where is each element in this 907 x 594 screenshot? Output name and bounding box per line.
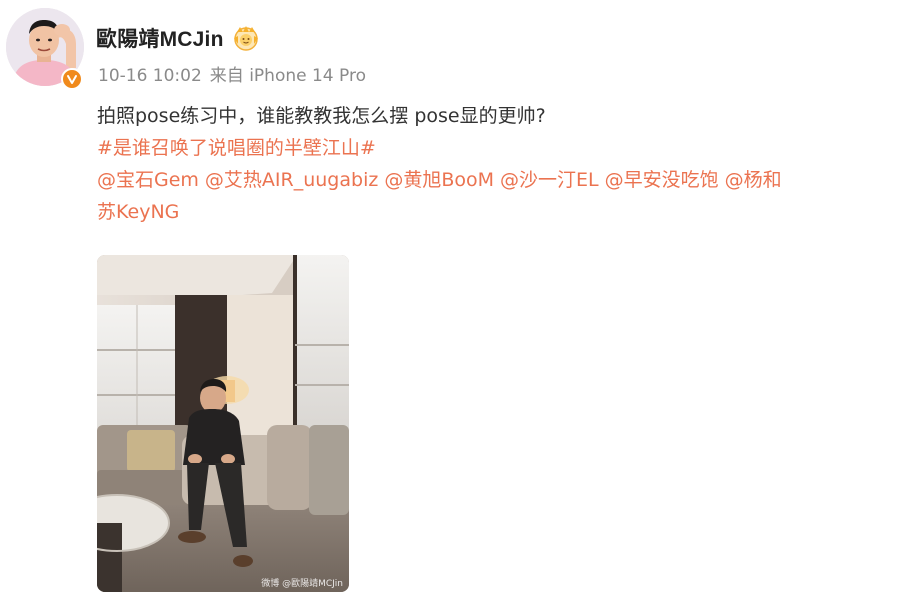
- photo-watermark: 微博 @歐陽靖MCJin: [261, 579, 343, 589]
- mention-link[interactable]: @艾热AIR_uugabiz: [205, 169, 378, 191]
- fan-crown-icon[interactable]: [230, 24, 262, 52]
- post-photo[interactable]: 微博 @歐陽靖MCJin: [97, 255, 349, 592]
- hashtag-line: #是谁召唤了说唱圈的半壁江山#: [97, 132, 897, 164]
- mention-link[interactable]: @宝石Gem: [97, 169, 199, 191]
- post-text: 拍照pose练习中，谁能教教我怎么摆 pose显的更帅?: [97, 105, 546, 127]
- post-header: 歐陽靖MCJin: [96, 20, 262, 56]
- mentions-line-1: @宝石Gem @艾热AIR_uugabiz @黄旭BooM @沙一汀EL @早安没吃饱 @…: [97, 164, 897, 196]
- verified-v-icon: [61, 68, 83, 90]
- post-source: 来自 iPhone 14 Pro: [209, 66, 366, 86]
- mention-link[interactable]: @沙一汀EL: [500, 169, 599, 191]
- mention-link[interactable]: @杨和: [725, 169, 782, 191]
- weibo-post: 歐陽靖MCJin 10-16 10:02 来自 iPhone 14 Pro 拍照p…: [0, 0, 907, 594]
- mention-link[interactable]: @早安没吃饱: [605, 169, 719, 191]
- post-photo-illustration: [97, 255, 349, 592]
- avatar-block[interactable]: [6, 8, 84, 94]
- mention-link[interactable]: @黄旭BooM: [384, 169, 494, 191]
- mentions-line-2: 苏KeyNG: [97, 196, 897, 228]
- post-content: 拍照pose练习中，谁能教教我怎么摆 pose显的更帅? #是谁召唤了说唱圈的半…: [97, 100, 897, 228]
- post-meta: 10-16 10:02 来自 iPhone 14 Pro: [98, 61, 374, 86]
- hashtag-link[interactable]: #是谁召唤了说唱圈的半壁江山#: [97, 137, 376, 159]
- mention-link[interactable]: 苏KeyNG: [97, 201, 179, 223]
- post-time[interactable]: 10-16 10:02: [98, 66, 202, 86]
- username-link[interactable]: 歐陽靖MCJin: [96, 23, 224, 53]
